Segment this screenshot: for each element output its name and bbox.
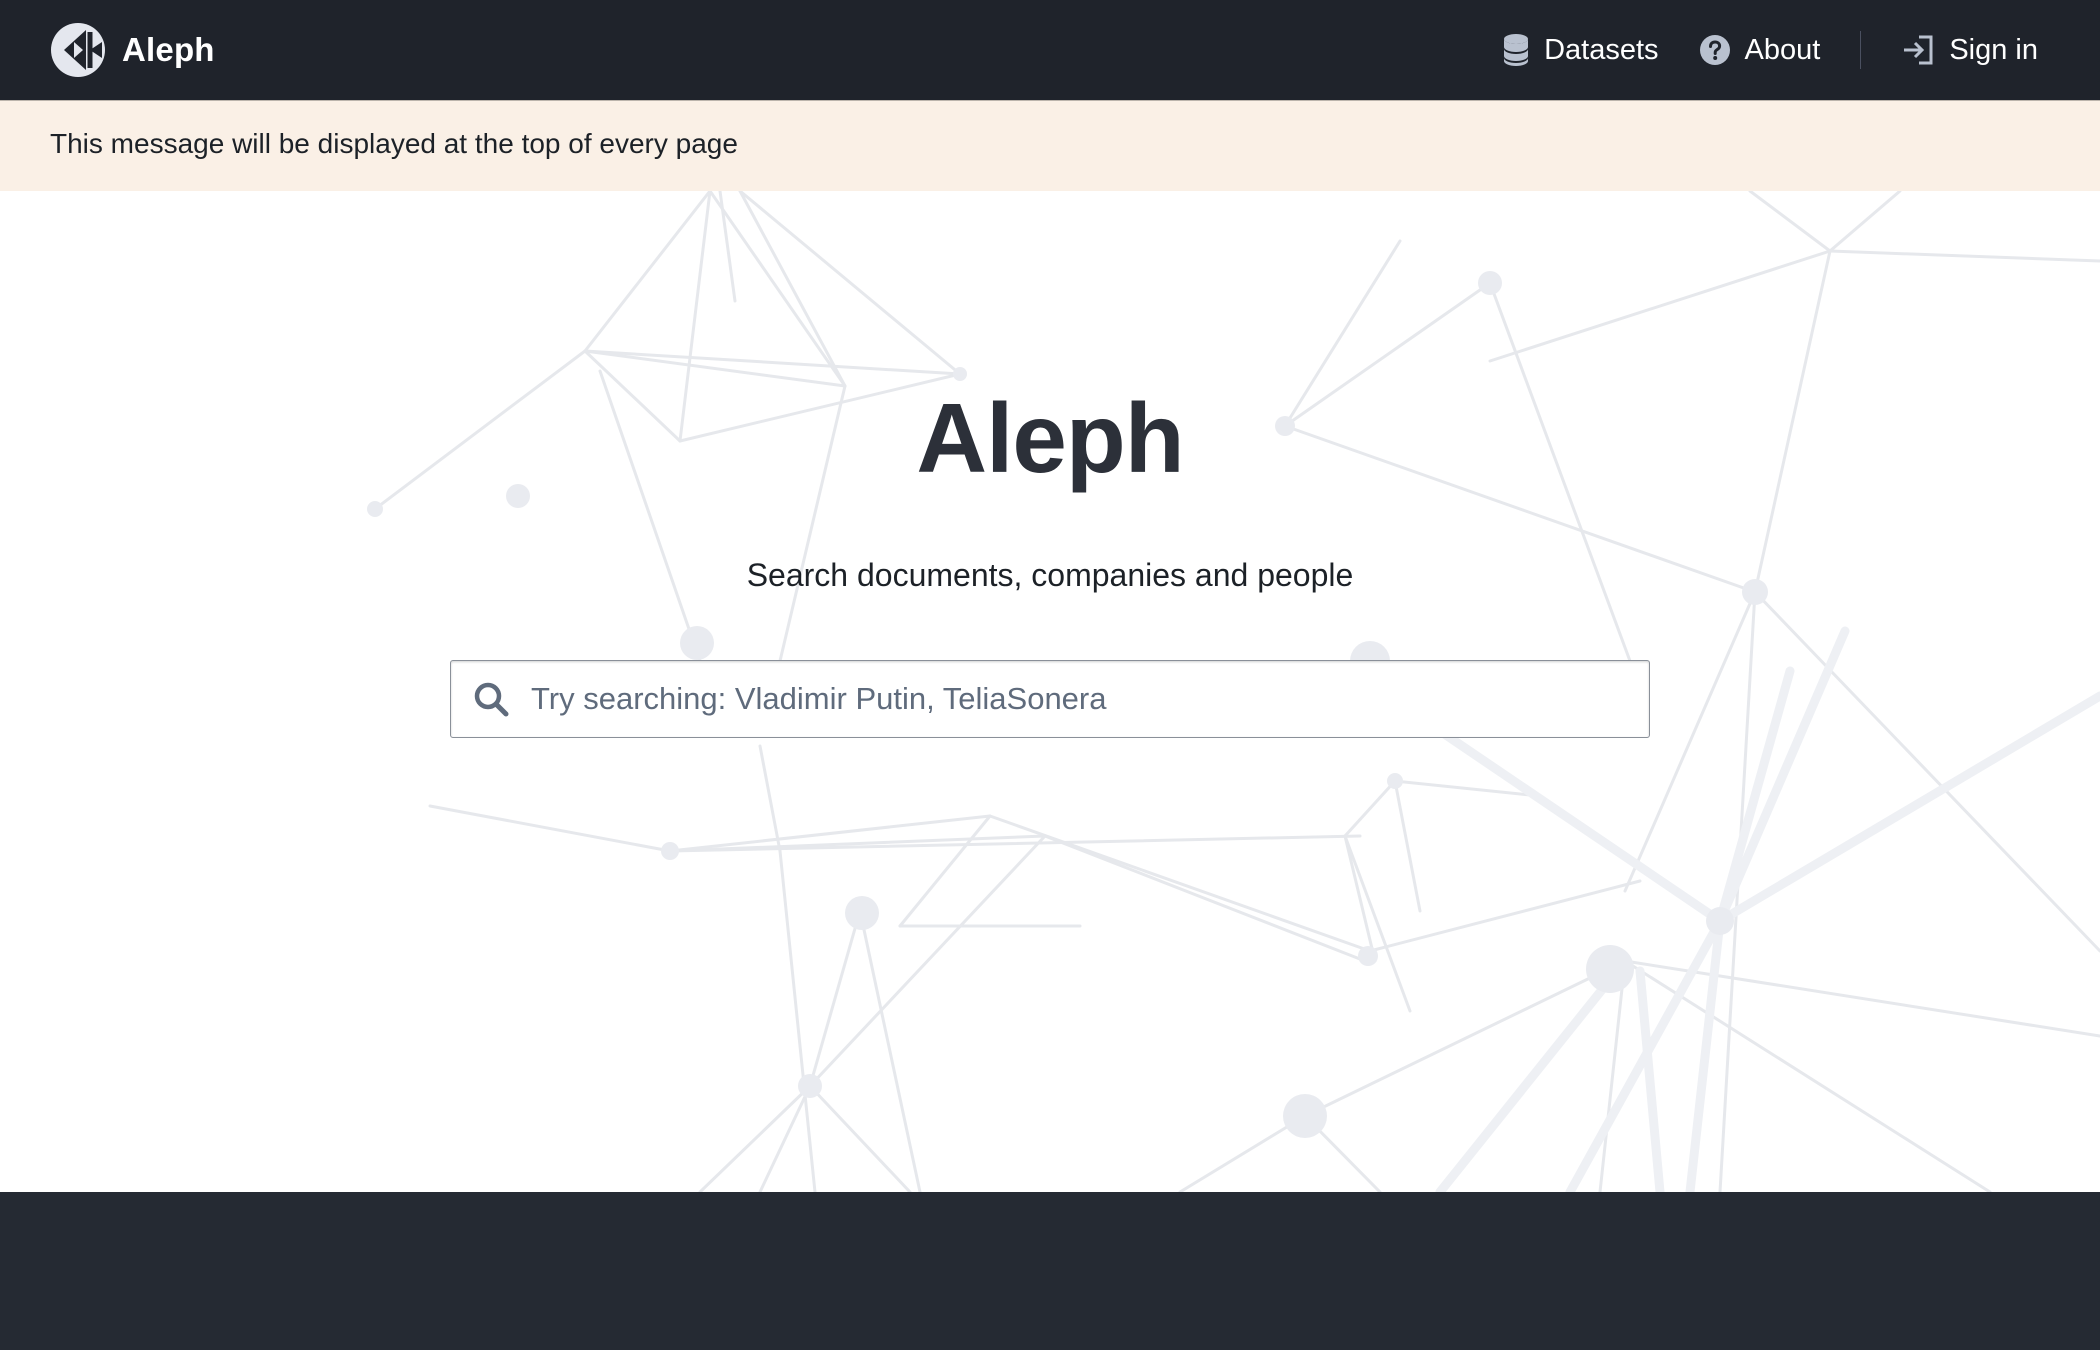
log-in-icon bbox=[1904, 35, 1933, 65]
search-input[interactable] bbox=[531, 664, 1649, 734]
nav-about-label: About bbox=[1744, 33, 1821, 66]
page-footer bbox=[0, 1192, 2100, 1350]
database-icon bbox=[1504, 34, 1529, 66]
brand-name: Aleph bbox=[122, 31, 215, 68]
hero-section: Aleph Search documents, companies and pe… bbox=[0, 191, 2100, 1192]
hero-subtitle: Search documents, companies and people bbox=[746, 557, 1354, 593]
banner-message: This message will be displayed at the to… bbox=[50, 128, 738, 159]
search-box[interactable] bbox=[450, 660, 1650, 738]
system-message-banner: This message will be displayed at the to… bbox=[0, 100, 2100, 191]
hero-title: Aleph bbox=[916, 383, 1184, 493]
sign-in-button[interactable]: Sign in bbox=[1901, 25, 2038, 75]
nav-datasets-label: Datasets bbox=[1544, 33, 1659, 66]
sign-in-label: Sign in bbox=[1949, 33, 2038, 66]
navbar-actions: Datasets About Sign in bbox=[1502, 0, 2038, 100]
top-navbar: Aleph Datasets About Sign in bbox=[0, 0, 2100, 100]
nav-datasets-link[interactable]: Datasets bbox=[1502, 25, 1659, 75]
aleph-logo-icon bbox=[51, 23, 105, 77]
nav-about-link[interactable]: About bbox=[1699, 26, 1821, 75]
search-icon bbox=[474, 682, 509, 717]
brand-home-link[interactable]: Aleph bbox=[50, 18, 215, 82]
help-circle-icon bbox=[1699, 35, 1730, 65]
nav-divider bbox=[1860, 31, 1862, 69]
